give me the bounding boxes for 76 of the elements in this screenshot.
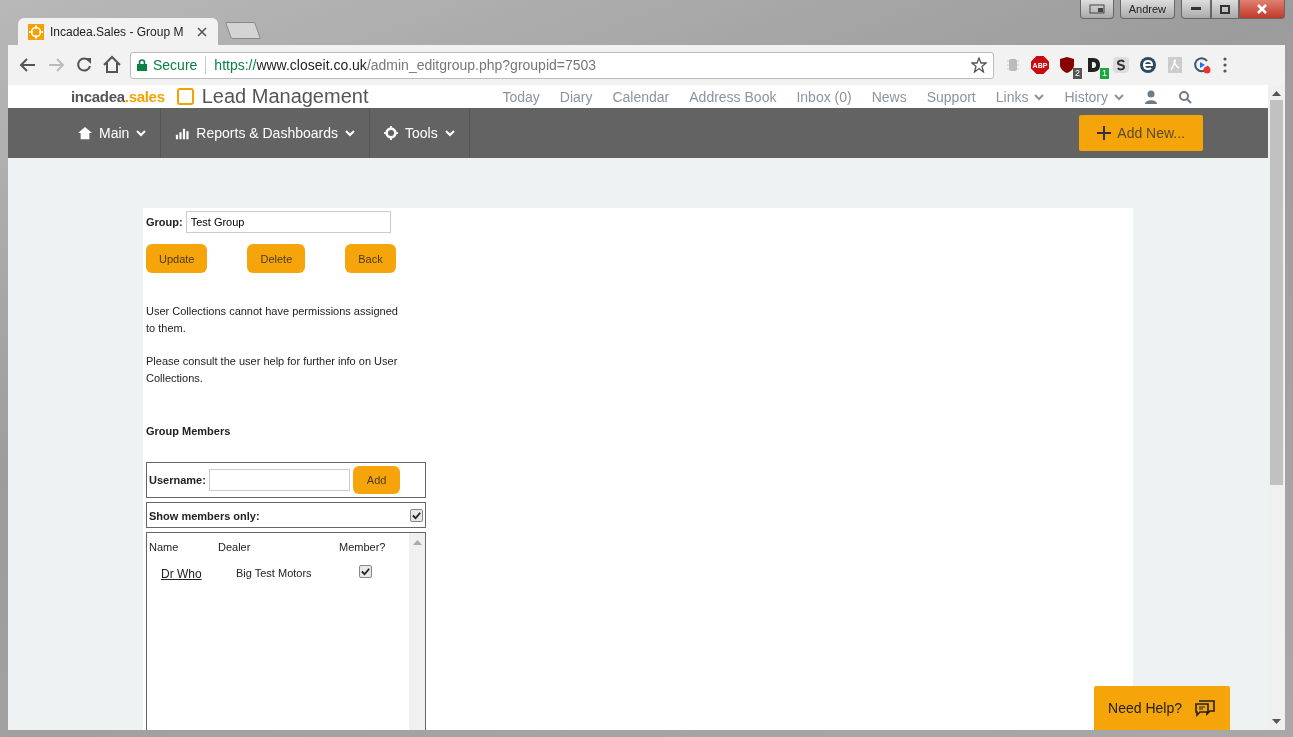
plus-icon (1097, 126, 1112, 140)
action-button[interactable]: Delete (247, 244, 306, 273)
minimize-button[interactable] (1181, 0, 1211, 19)
chat-icon (1194, 698, 1216, 718)
nav-link[interactable]: Address Book (679, 88, 787, 105)
replay-icon[interactable] (1193, 56, 1211, 74)
brand-logo[interactable]: incadea.sales (71, 88, 165, 105)
menu-dropdown[interactable]: Main (8, 108, 162, 158)
username-field[interactable] (208, 469, 350, 491)
add-new-button[interactable]: Add New... (1079, 115, 1203, 151)
section-heading: Group Members (146, 425, 232, 437)
nav-link[interactable]: Inbox (0) (786, 88, 862, 105)
add-button[interactable]: Add (352, 466, 401, 494)
menu-dropdown[interactable]: Reports & Dashboards (161, 108, 370, 158)
caret-icon (1034, 91, 1045, 102)
square-icon (176, 88, 194, 105)
column-header: Name (149, 541, 179, 553)
window-icon (1088, 4, 1105, 14)
crosshair-icon (28, 23, 44, 40)
close-button[interactable] (1239, 0, 1285, 19)
nav-link[interactable]: News (861, 88, 917, 105)
home-icon (78, 126, 92, 140)
table-cell: Big Test Motors (236, 567, 312, 579)
maximize-button[interactable] (1211, 0, 1239, 19)
group-name-field[interactable]: Test Group (185, 211, 391, 233)
action-button[interactable]: Update (146, 244, 208, 273)
column-header: Dealer (218, 541, 251, 553)
caret-icon (345, 128, 355, 138)
caret-icon (1114, 91, 1124, 102)
nav-link[interactable]: Today (492, 88, 550, 105)
star-icon[interactable] (971, 57, 987, 73)
checkbox[interactable] (410, 509, 423, 522)
bar-chart-icon (175, 126, 190, 140)
scroll-down-icon[interactable] (1272, 717, 1281, 726)
menu-dropdown[interactable]: Tools (370, 108, 470, 158)
caret-icon (444, 128, 455, 138)
scrollbar[interactable] (409, 533, 425, 730)
info-text: User Collections cannot have permissions assigned to them. (146, 304, 399, 336)
close-icon (1256, 4, 1268, 14)
user-icon[interactable] (1144, 89, 1158, 104)
info-text: Please consult the user help for further info on User Collections. (146, 354, 399, 386)
lock-icon (137, 59, 147, 71)
search-icon[interactable] (1178, 89, 1192, 104)
extension-badge: 2 (1073, 68, 1082, 79)
username-label: Username: (149, 474, 206, 486)
window-button[interactable] (1079, 0, 1114, 19)
coin-icon[interactable] (1139, 56, 1157, 74)
nav-link[interactable]: Links (985, 88, 1055, 105)
gear-icon (384, 126, 398, 140)
coin-icon[interactable] (1112, 56, 1130, 74)
help-button[interactable]: Need Help? (1094, 686, 1230, 730)
filter-label: Show members only: (149, 509, 260, 522)
maximize-icon (1220, 4, 1230, 14)
nav-link[interactable]: Diary (549, 88, 603, 105)
secure-label: Secure (153, 57, 198, 73)
nav-link[interactable]: Calendar (602, 88, 680, 105)
menu-icon[interactable] (1223, 57, 1227, 73)
column-header: Member? (339, 541, 386, 553)
app-title: Lead Management (201, 85, 369, 108)
close-icon[interactable] (196, 25, 208, 38)
d-shape-icon[interactable] (1085, 56, 1103, 74)
address-bar[interactable]: Secure https://www.closeit.co.uk/admin_editgroup.php?groupid=7503 (130, 51, 994, 79)
browser-tab[interactable]: Incadea.Sales - Group M (18, 18, 218, 45)
nav-link[interactable]: History (1054, 88, 1134, 105)
minimize-icon (1191, 7, 1201, 11)
scroll-up-icon[interactable] (1272, 89, 1281, 98)
caret-icon (136, 128, 147, 138)
url-text: https://www.closeit.co.uk/admin_editgroup.php?groupid=7503 (214, 57, 597, 73)
profile-button[interactable]: Andrew (1119, 0, 1175, 19)
checkbox[interactable] (359, 565, 372, 578)
extension-badge: 1 (1100, 68, 1109, 79)
member-link[interactable]: Dr Who (161, 567, 202, 581)
group-label: Group: (146, 216, 183, 228)
nav-link[interactable]: Support (916, 88, 986, 105)
shield-icon[interactable] (1058, 56, 1076, 74)
action-button[interactable]: Back (345, 244, 396, 273)
